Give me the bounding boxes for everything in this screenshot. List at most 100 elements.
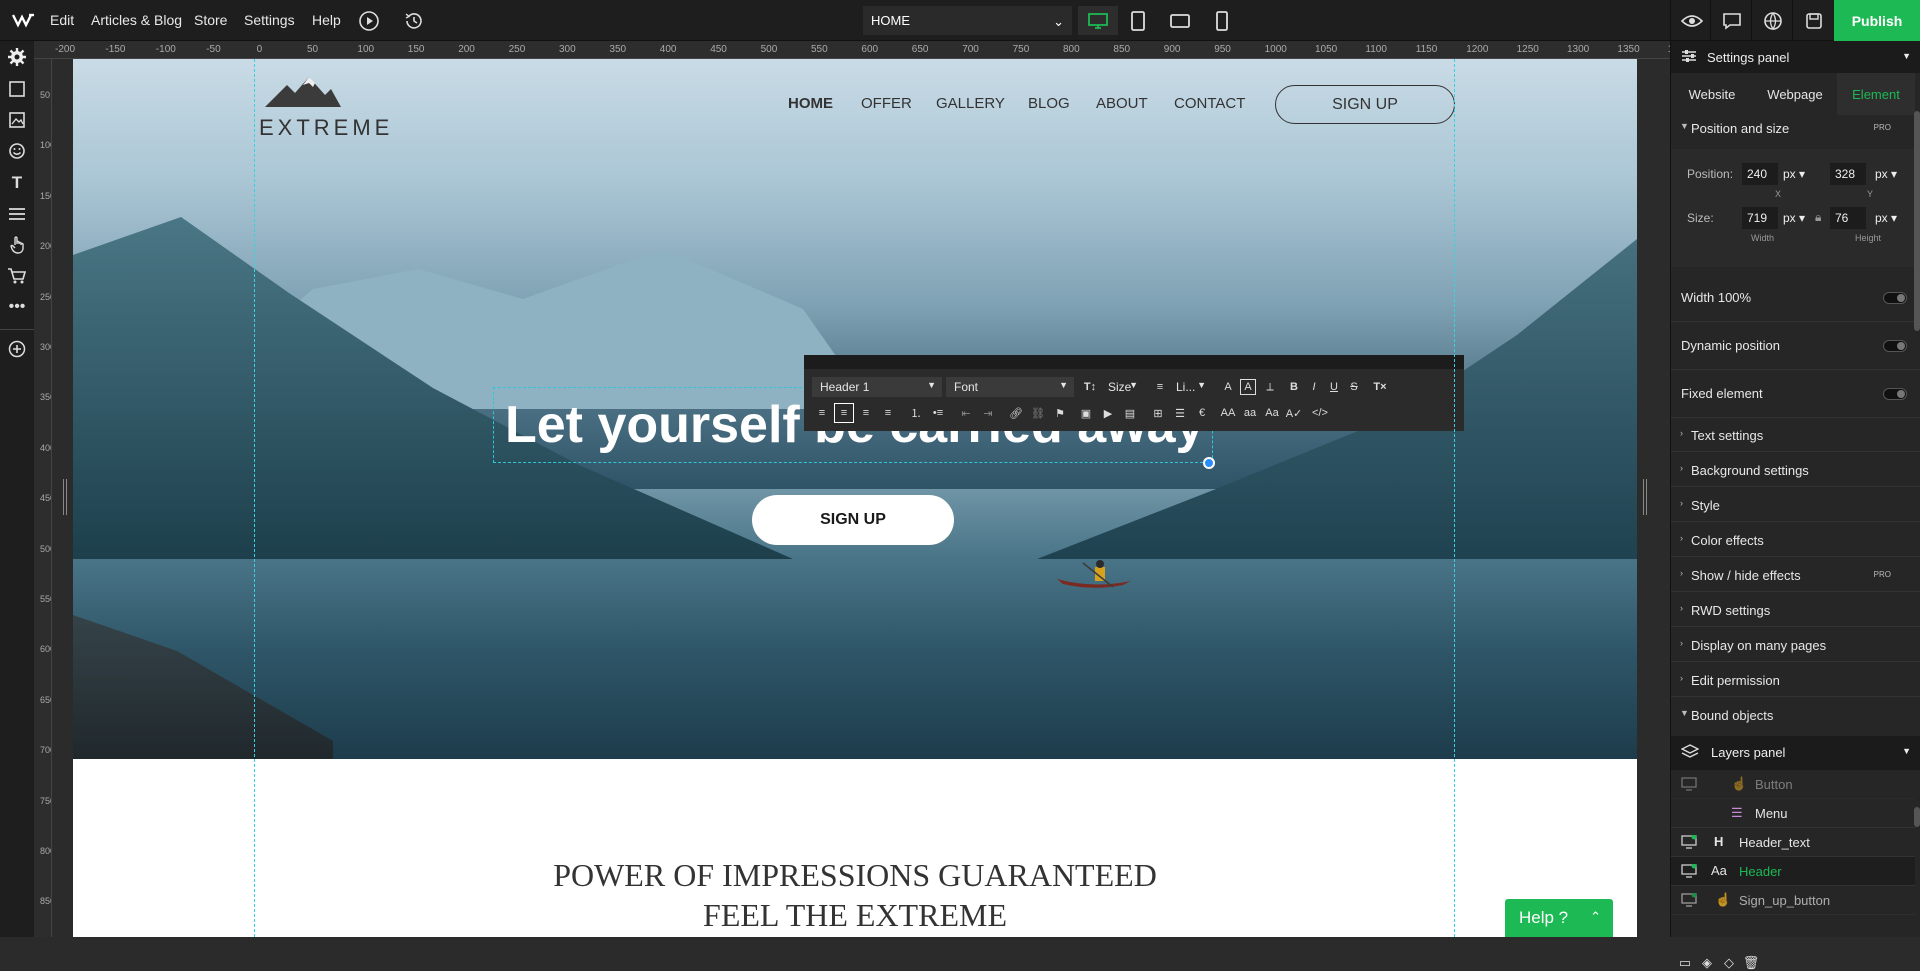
align-right-icon[interactable]: ≡ [856, 403, 876, 423]
clear-color-icon[interactable]: ⟂ [1260, 377, 1280, 397]
nav-contact[interactable]: CONTACT [1174, 95, 1245, 112]
bullet-list-icon[interactable]: •≡ [928, 403, 948, 423]
page-select[interactable]: HOME ⌄ [863, 6, 1072, 35]
site-signup-button[interactable]: SIGN UP [1275, 85, 1455, 124]
tablet-view-button[interactable] [1118, 6, 1158, 35]
underline-button[interactable]: U [1324, 377, 1344, 397]
section-display-many-pages[interactable]: › Display on many pages [1671, 628, 1920, 662]
dynamic-position-toggle[interactable] [1883, 340, 1907, 352]
cart-icon[interactable] [6, 265, 28, 287]
monitor-icon[interactable] [1681, 777, 1697, 791]
layer-row-selected[interactable]: Aa Header [1671, 857, 1915, 886]
width-100-toggle[interactable] [1883, 292, 1907, 304]
domain-button[interactable] [1751, 0, 1793, 41]
align-justify-icon[interactable]: ≡ [878, 403, 898, 423]
position-x-input[interactable]: 240 [1742, 163, 1778, 185]
layer-row[interactable]: ☝ Button [1671, 770, 1915, 799]
trash-icon[interactable]: 🗑︎ [1743, 955, 1760, 971]
text-color-icon[interactable]: A [1218, 377, 1238, 397]
section-text-settings[interactable]: › Text settings [1671, 418, 1920, 452]
monitor-icon[interactable] [1681, 835, 1697, 849]
insert-media-icon[interactable]: ▤ [1120, 403, 1140, 423]
section-color-effects[interactable]: › Color effects [1671, 523, 1920, 557]
position-y-unit[interactable]: px ▾ [1875, 167, 1897, 181]
tab-webpage[interactable]: Webpage [1753, 73, 1837, 115]
section-rwd-settings[interactable]: › RWD settings [1671, 593, 1920, 627]
nav-blog[interactable]: BLOG [1028, 95, 1070, 112]
site-logo-text[interactable]: EXTREME [259, 115, 393, 141]
menu-edit[interactable]: Edit [50, 12, 74, 28]
line-height-select[interactable]: Li... ▼ [1168, 377, 1212, 397]
app-logo-icon[interactable] [12, 12, 36, 28]
tab-website[interactable]: Website [1671, 73, 1753, 115]
left-resize-grip[interactable] [63, 479, 67, 515]
width-input[interactable]: 719 [1742, 207, 1778, 229]
section-style[interactable]: › Style [1671, 488, 1920, 522]
fixed-element-toggle[interactable] [1883, 388, 1907, 400]
more-icon[interactable]: ••• [6, 296, 28, 318]
mobile-view-button[interactable] [1202, 6, 1242, 35]
lock-icon[interactable]: 🔒︎ [1815, 210, 1821, 225]
insert-image-icon[interactable]: ▣ [1076, 403, 1096, 423]
layers-stack-icon[interactable]: ◇ [1721, 955, 1737, 971]
link-icon[interactable]: 🔗︎ [1006, 403, 1026, 423]
nav-offer[interactable]: OFFER [861, 95, 912, 112]
insert-video-icon[interactable]: ▶ [1098, 403, 1118, 423]
hero-signup-button[interactable]: SIGN UP [752, 495, 954, 545]
tab-element[interactable]: Element [1837, 73, 1915, 115]
add-circle-icon[interactable] [6, 338, 28, 360]
hero-background-image[interactable]: EXTREME HOME OFFER GALLERY BLOG ABOUT CO… [73, 59, 1637, 759]
menu-icon[interactable] [6, 203, 28, 225]
box-icon[interactable] [6, 78, 28, 100]
menu-articles-blog[interactable]: Articles & Blog [91, 12, 182, 28]
resize-handle[interactable] [1203, 457, 1215, 469]
section-position-size[interactable]: ▼ Position and size PRO [1671, 111, 1920, 149]
tablet-landscape-view-button[interactable] [1160, 6, 1200, 35]
titlecase-button[interactable]: Aa [1262, 403, 1282, 423]
currency-icon[interactable]: € [1192, 403, 1212, 423]
outdent-icon[interactable]: ⇤ [956, 403, 976, 423]
clear-format-icon[interactable]: T× [1370, 377, 1390, 397]
comments-button[interactable] [1710, 0, 1752, 41]
save-button[interactable] [1792, 0, 1834, 41]
monitor-icon[interactable] [1681, 893, 1697, 907]
highlight-color-icon[interactable]: A [1240, 379, 1256, 395]
unlink-icon[interactable]: ⛓︎ [1028, 403, 1048, 423]
section-subtitle[interactable]: FEEL THE EXTREME [73, 897, 1637, 934]
bold-button[interactable]: B [1284, 377, 1304, 397]
height-input[interactable]: 76 [1830, 207, 1866, 229]
nav-home[interactable]: HOME [788, 95, 833, 112]
menu-help[interactable]: Help [312, 12, 341, 28]
section-show-hide-effects[interactable]: › Show / hide effects PRO [1671, 558, 1920, 592]
position-y-input[interactable]: 328 [1830, 163, 1866, 185]
width-unit[interactable]: px ▾ [1783, 211, 1805, 225]
monitor-icon[interactable] [1681, 864, 1697, 878]
smiley-icon[interactable] [6, 140, 28, 162]
layer-row[interactable]: ☰ Menu [1671, 799, 1915, 828]
align-center-icon[interactable]: ≡ [834, 403, 854, 423]
font-select[interactable]: Font ▼ [946, 377, 1074, 397]
position-x-unit[interactable]: px ▾ [1783, 167, 1805, 181]
publish-button[interactable]: Publish [1834, 0, 1920, 41]
source-code-button[interactable]: </> [1310, 403, 1330, 423]
image-icon[interactable] [6, 109, 28, 131]
menu-settings[interactable]: Settings [244, 12, 295, 28]
align-left-icon[interactable]: ≡ [812, 403, 832, 423]
indent-icon[interactable]: ⇥ [978, 403, 998, 423]
mountain-logo-icon[interactable] [263, 73, 343, 109]
size-select[interactable]: Size ▼ [1100, 377, 1144, 397]
table-icon[interactable]: ⊞ [1148, 403, 1168, 423]
nav-gallery[interactable]: GALLERY [936, 95, 1005, 112]
layers-panel-header[interactable]: Layers panel ▼ [1671, 736, 1920, 770]
folder-icon[interactable]: ▭ [1677, 955, 1693, 971]
layers-add-icon[interactable]: ◈ [1699, 955, 1715, 971]
nav-about[interactable]: ABOUT [1096, 95, 1148, 112]
uppercase-button[interactable]: AA [1218, 403, 1238, 423]
settings-panel-header[interactable]: Settings panel ▼ [1671, 41, 1920, 73]
layers-scrollbar[interactable] [1914, 807, 1920, 827]
section-bound-objects[interactable]: ▼ Bound objects [1671, 698, 1920, 732]
layer-row[interactable]: ☝ Sign_up_button [1671, 886, 1915, 915]
text-icon[interactable]: T [6, 172, 28, 194]
history-icon[interactable] [403, 10, 425, 32]
play-icon[interactable] [358, 10, 380, 32]
